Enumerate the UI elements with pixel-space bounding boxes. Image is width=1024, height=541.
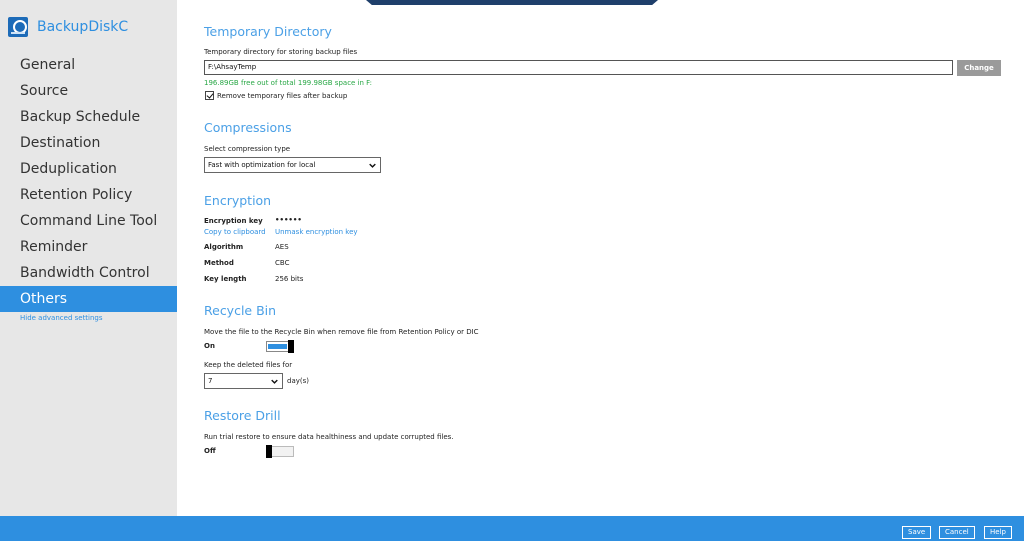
- algorithm-value: AES: [275, 243, 289, 251]
- restore-drill-description: Run trial restore to ensure data healthi…: [204, 433, 454, 441]
- save-button[interactable]: Save: [902, 526, 932, 539]
- sidebar-item-deduplication[interactable]: Deduplication: [0, 156, 177, 182]
- restore-drill-toggle[interactable]: [266, 445, 294, 458]
- key-length-label: Key length: [204, 275, 247, 283]
- compression-type-label: Select compression type: [204, 145, 291, 153]
- method-value: CBC: [275, 259, 290, 267]
- recycle-bin-toggle[interactable]: [266, 340, 294, 353]
- encryption-heading: Encryption: [204, 193, 272, 208]
- sidebar-item-general[interactable]: General: [0, 52, 177, 78]
- recycle-bin-heading: Recycle Bin: [204, 303, 277, 318]
- algorithm-label: Algorithm: [204, 243, 244, 251]
- remove-temp-files-label: Remove temporary files after backup: [217, 92, 348, 100]
- compression-type-value: Fast with optimization for local: [208, 161, 316, 169]
- method-label: Method: [204, 259, 234, 267]
- change-temp-dir-button[interactable]: Change: [957, 60, 1001, 76]
- keep-deleted-label: Keep the deleted files for: [204, 361, 293, 369]
- temporary-directory-heading: Temporary Directory: [204, 24, 332, 39]
- sidebar-item-bandwidth-control[interactable]: Bandwidth Control: [0, 260, 177, 286]
- cancel-button[interactable]: Cancel: [939, 526, 975, 539]
- footer-bar: Save Cancel Help: [0, 516, 1024, 541]
- encryption-key-label: Encryption key: [204, 217, 263, 225]
- help-button[interactable]: Help: [984, 526, 1012, 539]
- key-length-value: 256 bits: [275, 275, 304, 283]
- sidebar-item-command-line-tool[interactable]: Command Line Tool: [0, 208, 177, 234]
- days-unit-label: day(s): [287, 377, 309, 385]
- chevron-down-icon: [369, 163, 376, 168]
- sidebar-item-others[interactable]: Others: [0, 286, 177, 312]
- chevron-down-icon: [271, 379, 278, 384]
- restore-drill-state-label: Off: [204, 447, 216, 455]
- backup-set-title: BackupDiskC: [37, 19, 129, 35]
- remove-temp-files-checkbox[interactable]: [205, 91, 214, 100]
- toggle-knob: [266, 445, 272, 458]
- sidebar-item-retention-policy[interactable]: Retention Policy: [0, 182, 177, 208]
- temp-dir-label: Temporary directory for storing backup f…: [204, 48, 358, 56]
- toggle-fill: [268, 344, 287, 349]
- restore-drill-heading: Restore Drill: [204, 408, 281, 423]
- top-tab-fragment: [366, 0, 658, 5]
- free-space-text: 196.89GB free out of total 199.98GB spac…: [204, 79, 373, 87]
- keep-days-select[interactable]: 7: [204, 373, 283, 389]
- sidebar-item-backup-schedule[interactable]: Backup Schedule: [0, 104, 177, 130]
- sidebar-item-source[interactable]: Source: [0, 78, 177, 104]
- encryption-key-value: ••••••: [275, 216, 302, 224]
- recycle-bin-description: Move the file to the Recycle Bin when re…: [204, 328, 479, 336]
- recycle-bin-state-label: On: [204, 342, 215, 350]
- toggle-knob: [288, 340, 294, 353]
- sidebar-item-reminder[interactable]: Reminder: [0, 234, 177, 260]
- sidebar: BackupDiskC General Source Backup Schedu…: [0, 0, 177, 516]
- sidebar-nav: General Source Backup Schedule Destinati…: [0, 52, 177, 312]
- compression-type-select[interactable]: Fast with optimization for local: [204, 157, 381, 173]
- unmask-encryption-key-link[interactable]: Unmask encryption key: [275, 228, 358, 236]
- sidebar-item-destination[interactable]: Destination: [0, 130, 177, 156]
- copy-to-clipboard-link[interactable]: Copy to clipboard: [204, 228, 266, 236]
- compressions-heading: Compressions: [204, 120, 292, 135]
- backup-set-logo-icon: [8, 17, 28, 37]
- keep-days-value: 7: [208, 377, 213, 385]
- hide-advanced-settings-link[interactable]: Hide advanced settings: [20, 314, 103, 322]
- backup-settings-window: BackupDiskC General Source Backup Schedu…: [0, 0, 1024, 541]
- temp-dir-input[interactable]: F:\AhsayTemp: [204, 60, 953, 75]
- sidebar-brand: BackupDiskC: [8, 17, 128, 37]
